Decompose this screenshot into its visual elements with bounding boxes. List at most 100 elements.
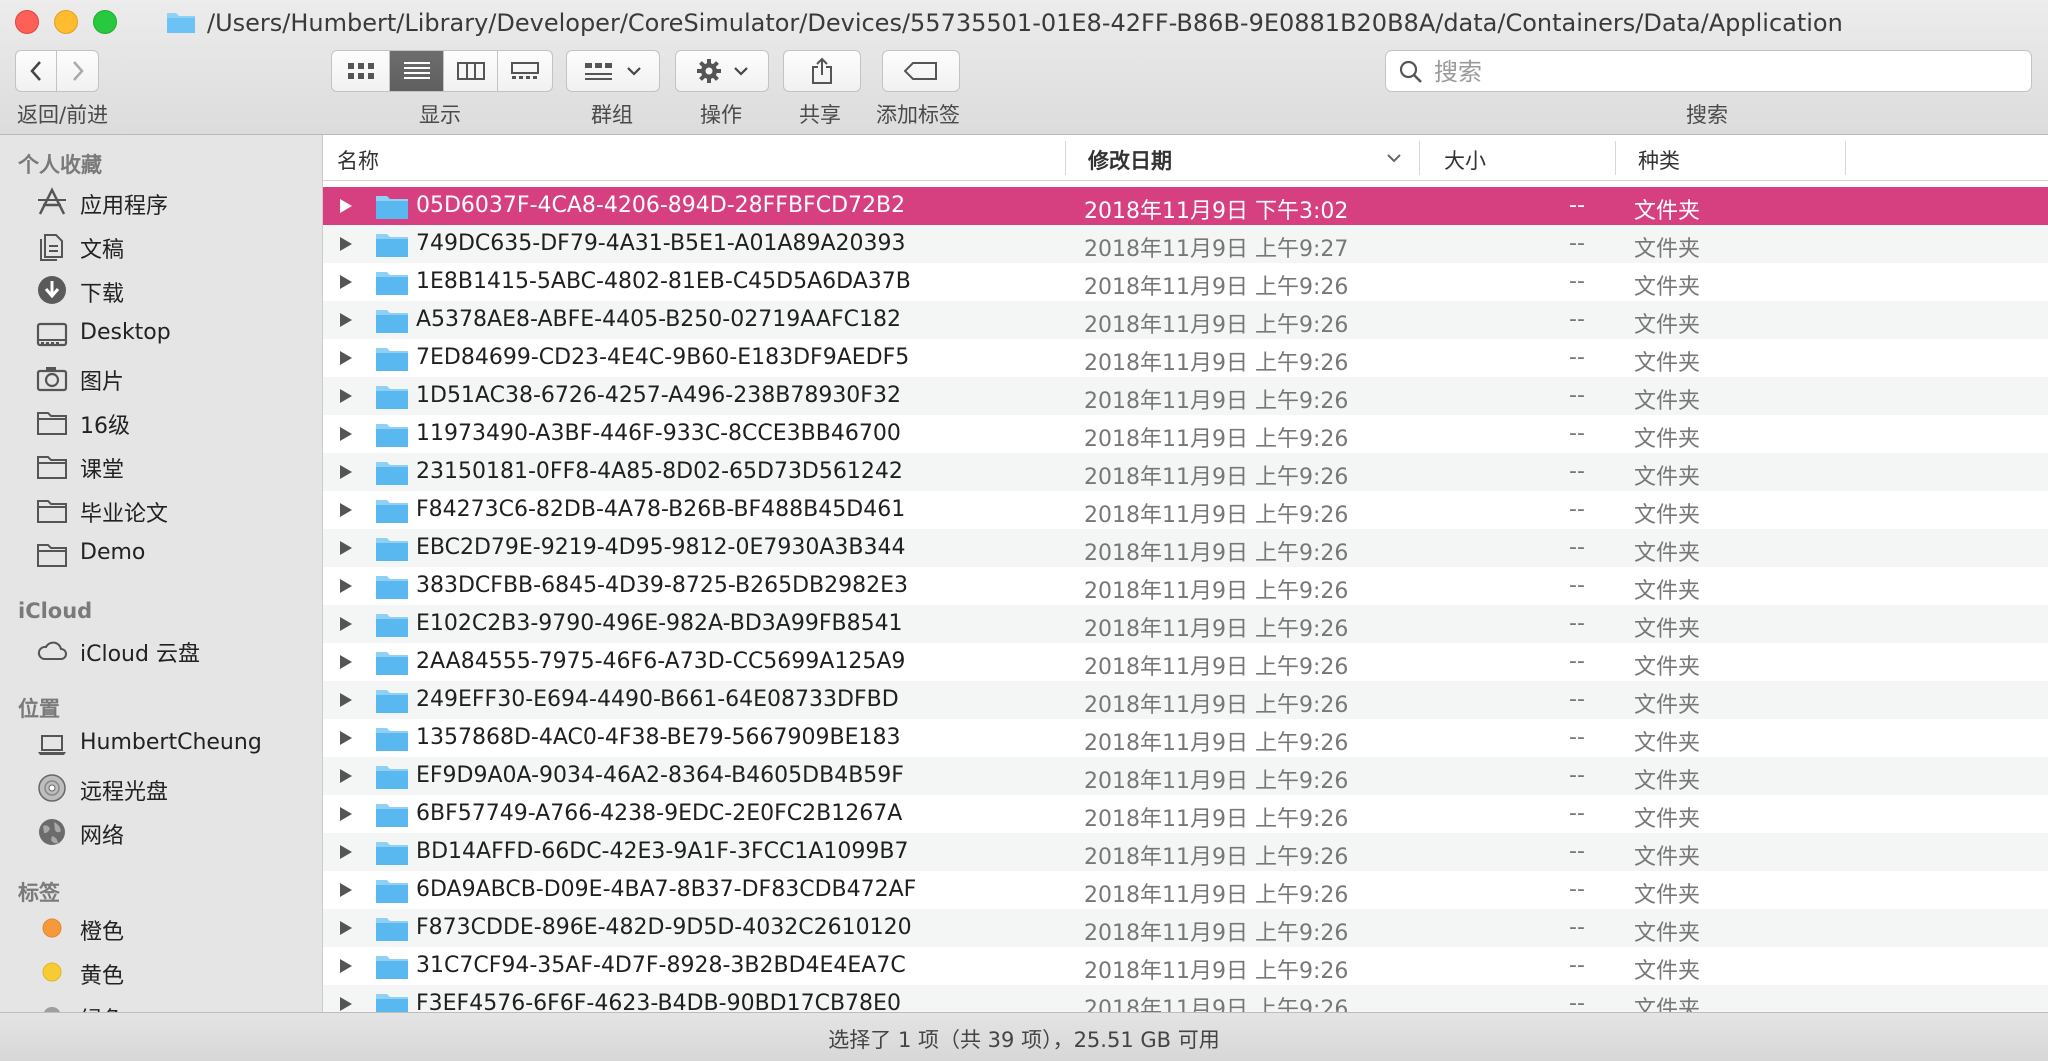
disclosure-triangle-icon[interactable] [340, 465, 352, 479]
table-row[interactable]: A5378AE8-ABFE-4405-B250-02719AAFC182 2018… [323, 301, 2048, 339]
sidebar-item-tag-orange[interactable]: 橙色 [0, 909, 322, 949]
disclosure-triangle-icon[interactable] [340, 617, 352, 631]
sidebar-item-network[interactable]: 网络 [0, 813, 322, 853]
icon-view-button[interactable] [331, 50, 390, 92]
folder-icon [376, 538, 408, 561]
action-button[interactable] [675, 50, 769, 92]
column-size-header[interactable]: 大小 [1444, 145, 1486, 175]
disclosure-triangle-icon[interactable] [340, 845, 352, 859]
sidebar-item-demo[interactable]: Demo [0, 535, 322, 575]
column-view-button[interactable] [444, 50, 498, 92]
disclosure-triangle-icon[interactable] [340, 351, 352, 365]
forward-button[interactable] [57, 50, 99, 92]
table-row[interactable]: 6DA9ABCB-D09E-4BA7-8B37-DF83CDB472AF 2018… [323, 871, 2048, 909]
table-row[interactable]: 11973490-A3BF-446F-933C-8CCE3BB46700 2018… [323, 415, 2048, 453]
file-kind: 文件夹 [1634, 541, 1701, 566]
sidebar-item-label: 远程光盘 [80, 780, 169, 805]
column-divider[interactable] [1065, 141, 1066, 175]
disclosure-triangle-icon[interactable] [340, 275, 352, 289]
group-button[interactable] [566, 50, 660, 92]
disclosure-triangle-icon[interactable] [340, 655, 352, 669]
table-row[interactable]: F873CDDE-896E-482D-9D5D-4032C2610120 2018… [323, 909, 2048, 947]
minimize-window-button[interactable] [54, 10, 78, 34]
sidebar-section-favorites: 个人收藏 [18, 153, 102, 177]
folder-icon [376, 424, 408, 447]
sidebar-item-pictures[interactable]: 图片 [0, 359, 322, 399]
sidebar-item-label: iCloud 云盘 [80, 642, 200, 667]
sidebar-item-applications[interactable]: 应用程序 [0, 183, 322, 223]
table-row[interactable]: 05D6037F-4CA8-4206-894D-28FFBFCD72B2 2018… [323, 187, 2048, 225]
table-row[interactable]: E102C2B3-9790-496E-982A-BD3A99FB8541 2018… [323, 605, 2048, 643]
disclosure-triangle-icon[interactable] [340, 731, 352, 745]
disclosure-triangle-icon[interactable] [340, 541, 352, 555]
disclosure-triangle-icon[interactable] [340, 807, 352, 821]
table-row[interactable]: 383DCFBB-6845-4D39-8725-B265DB2982E3 2018… [323, 567, 2048, 605]
column-date-header[interactable]: 修改日期 [1088, 145, 1172, 175]
column-divider[interactable] [1419, 141, 1420, 175]
table-row[interactable]: 1357868D-4AC0-4F38-BE79-5667909BE183 2018… [323, 719, 2048, 757]
disclosure-triangle-icon[interactable] [340, 427, 352, 441]
table-row[interactable]: F84273C6-82DB-4A78-B26B-BF488B45D461 2018… [323, 491, 2048, 529]
back-button[interactable] [15, 50, 57, 92]
table-row[interactable]: 749DC635-DF79-4A31-B5E1-A01A89A20393 2018… [323, 225, 2048, 263]
status-text: 选择了 1 项（共 39 项），25.51 GB 可用 [828, 1028, 1220, 1052]
sidebar-item-thesis[interactable]: 毕业论文 [0, 491, 322, 531]
sidebar-item-remote-disc[interactable]: 远程光盘 [0, 769, 322, 809]
disclosure-triangle-icon[interactable] [340, 883, 352, 897]
folder-icon [376, 880, 408, 903]
columns-icon [456, 62, 485, 80]
file-size: -- [1569, 497, 1585, 522]
close-window-button[interactable] [15, 10, 39, 34]
folder-icon [376, 348, 408, 371]
column-header: 名称 修改日期 大小 种类 [323, 135, 2048, 181]
disclosure-triangle-icon[interactable] [340, 579, 352, 593]
downloads-icon [38, 276, 66, 304]
column-kind-header[interactable]: 种类 [1638, 145, 1680, 175]
search-input[interactable] [1432, 55, 2016, 89]
disclosure-triangle-icon[interactable] [340, 693, 352, 707]
disclosure-triangle-icon[interactable] [340, 503, 352, 517]
sidebar-item-classroom[interactable]: 课堂 [0, 447, 322, 487]
list-icon [403, 62, 430, 79]
add-tag-button[interactable] [882, 50, 960, 92]
disclosure-triangle-icon[interactable] [340, 237, 352, 251]
sidebar-item-icloud-drive[interactable]: iCloud 云盘 [0, 631, 322, 671]
disclosure-triangle-icon[interactable] [340, 769, 352, 783]
sidebar-item-downloads[interactable]: 下载 [0, 271, 322, 311]
disclosure-triangle-icon[interactable] [340, 199, 352, 213]
search-field[interactable] [1385, 50, 2032, 92]
table-row[interactable]: 249EFF30-E694-4490-B661-64E08733DFBD 2018… [323, 681, 2048, 719]
zoom-window-button[interactable] [93, 10, 117, 34]
share-button[interactable] [783, 50, 861, 92]
disclosure-triangle-icon[interactable] [340, 389, 352, 403]
table-row[interactable]: EBC2D79E-9219-4D95-9812-0E7930A3B344 2018… [323, 529, 2048, 567]
sidebar-item-folder-16[interactable]: 16级 [0, 403, 322, 443]
table-row[interactable]: 7ED84699-CD23-4E4C-9B60-E183DF9AEDF5 2018… [323, 339, 2048, 377]
column-name-header[interactable]: 名称 [337, 145, 379, 175]
sidebar-item-desktop[interactable]: Desktop [0, 315, 322, 355]
column-divider[interactable] [1845, 141, 1846, 175]
table-row[interactable]: EF9D9A0A-9034-46A2-8364-B4605DB4B59F 2018… [323, 757, 2048, 795]
table-row[interactable]: 2AA84555-7975-46F6-A73D-CC5699A125A9 2018… [323, 643, 2048, 681]
disclosure-triangle-icon[interactable] [340, 921, 352, 935]
disclosure-triangle-icon[interactable] [340, 997, 352, 1011]
list-view-button[interactable] [390, 50, 444, 92]
table-row[interactable]: 23150181-0FF8-4A85-8D02-65D73D561242 2018… [323, 453, 2048, 491]
sidebar-item-tag-yellow[interactable]: 黄色 [0, 953, 322, 993]
table-row[interactable]: F3EF4576-6F6F-4623-B4DB-90BD17CB78E0 2018… [323, 985, 2048, 1012]
table-row[interactable]: 1E8B1415-5ABC-4802-81EB-C45D5A6DA37B 2018… [323, 263, 2048, 301]
table-row[interactable]: 6BF57749-A766-4238-9EDC-2E0FC2B1267A 2018… [323, 795, 2048, 833]
file-size: -- [1569, 953, 1585, 978]
disclosure-triangle-icon[interactable] [340, 313, 352, 327]
file-size: -- [1569, 611, 1585, 636]
table-row[interactable]: 31C7CF94-35AF-4D7F-8928-3B2BD4E4EA7C 2018… [323, 947, 2048, 985]
sidebar-item-tag-partial[interactable]: 绿色 [0, 997, 322, 1012]
group-label: 群组 [591, 103, 633, 127]
sidebar-item-computer[interactable]: HumbertCheung [0, 725, 322, 765]
gallery-view-button[interactable] [498, 50, 553, 92]
table-row[interactable]: 1D51AC38-6726-4257-A496-238B78930F32 2018… [323, 377, 2048, 415]
disclosure-triangle-icon[interactable] [340, 959, 352, 973]
table-row[interactable]: BD14AFFD-66DC-42E3-9A1F-3FCC1A1099B7 2018… [323, 833, 2048, 871]
sidebar-item-documents[interactable]: 文稿 [0, 227, 322, 267]
column-divider[interactable] [1615, 141, 1616, 175]
